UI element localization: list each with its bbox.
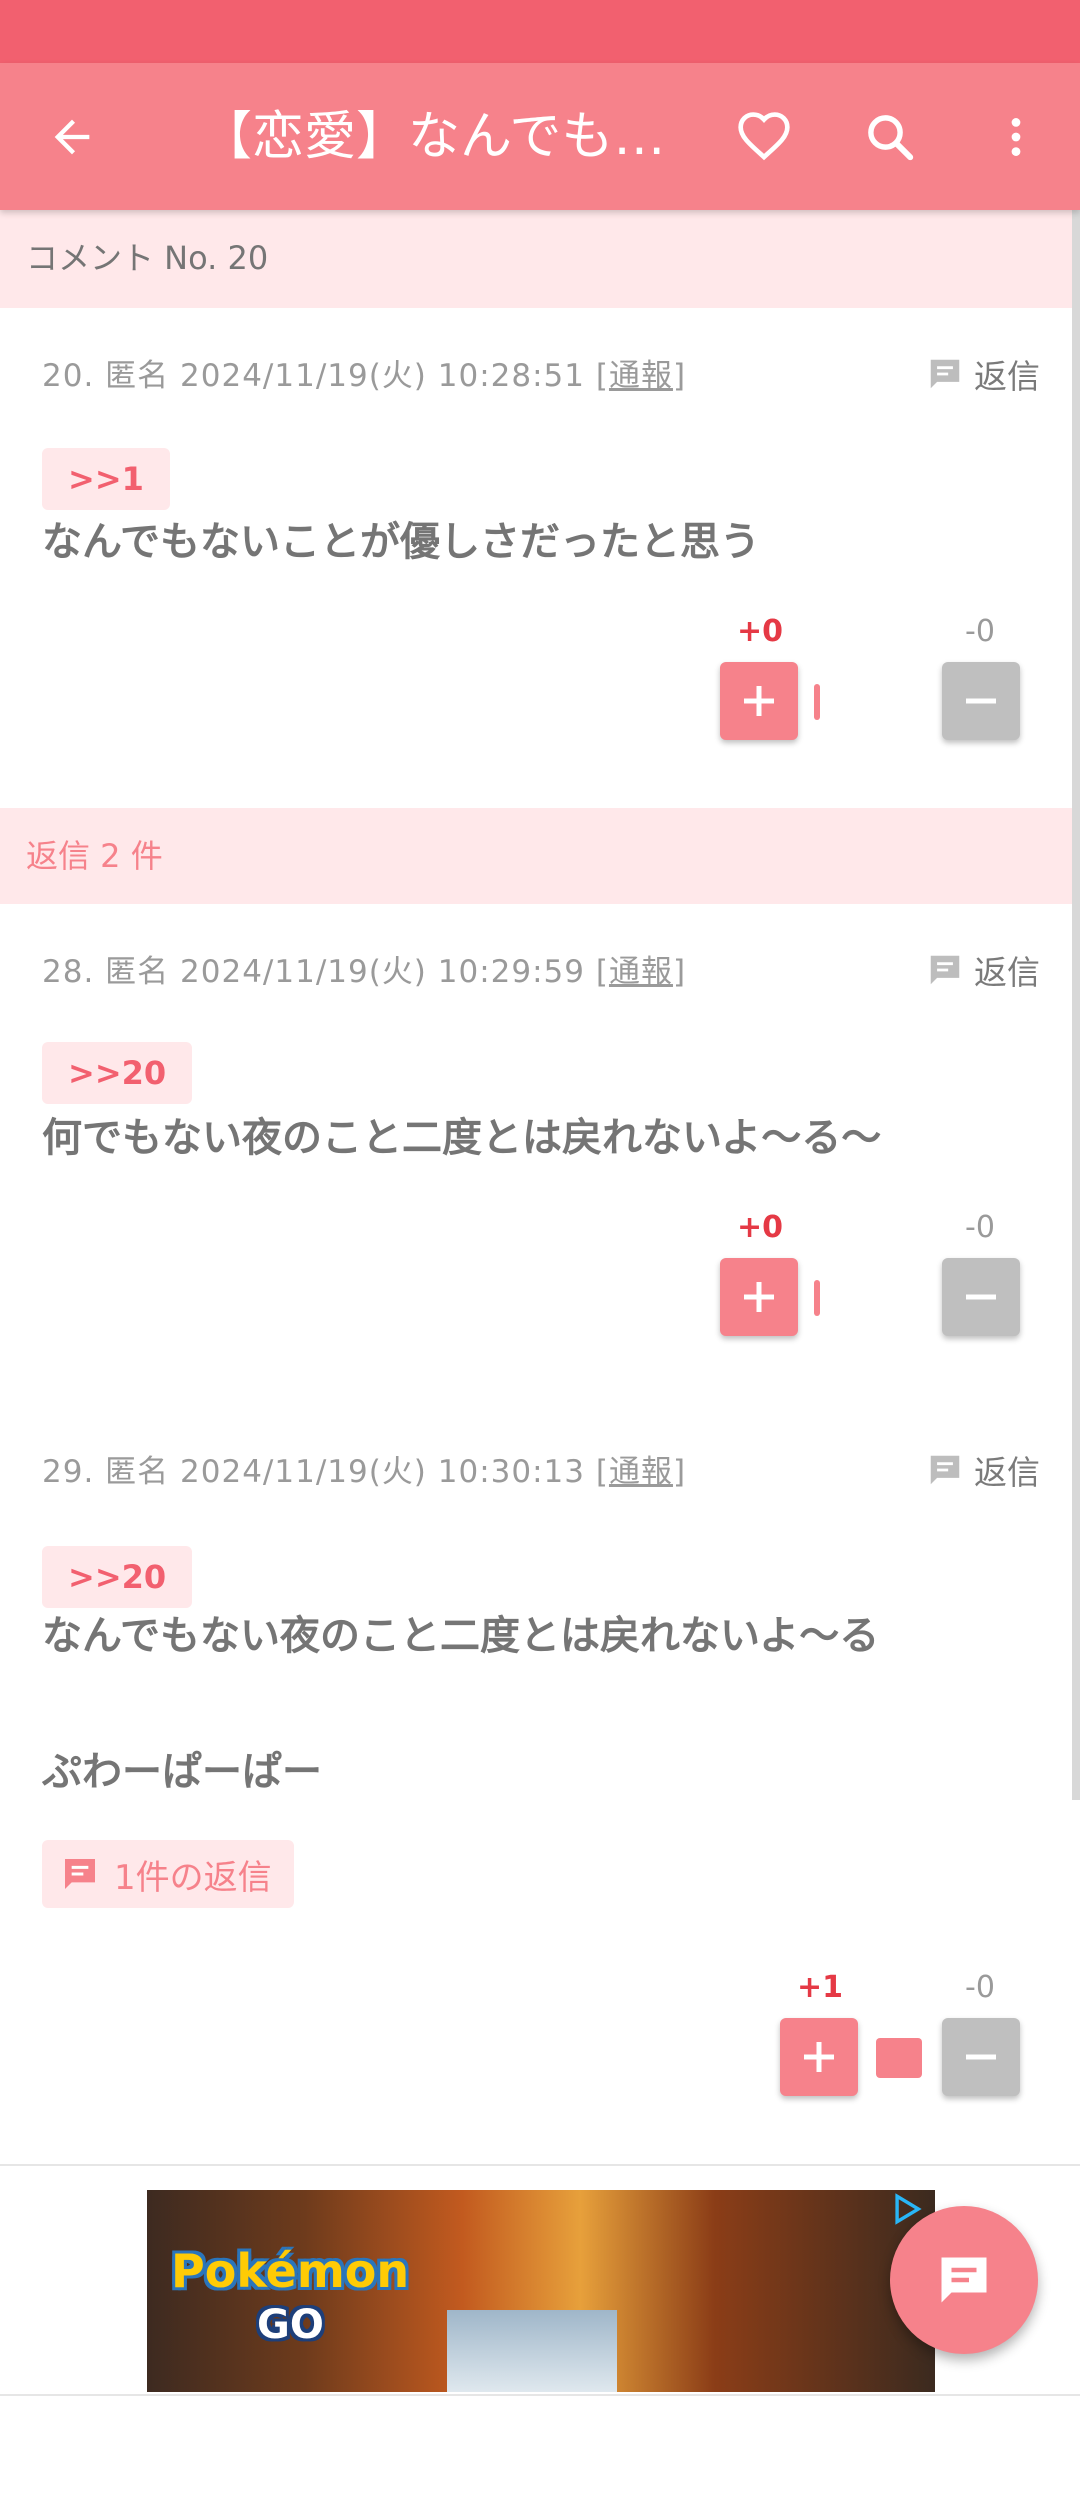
comment-fab[interactable] bbox=[890, 2206, 1038, 2354]
comment-author: 匿名 bbox=[105, 1454, 170, 1490]
minus-count: -0 bbox=[965, 1210, 995, 1245]
plus-count: +0 bbox=[736, 1210, 783, 1245]
comment-icon bbox=[941, 2257, 987, 2303]
replies-count-label: 返信 2 件 bbox=[26, 837, 163, 875]
favorite-heart-icon[interactable] bbox=[732, 105, 796, 169]
report-bracket-close: ] bbox=[672, 1454, 687, 1490]
reply-button[interactable]: 返信 bbox=[926, 350, 1040, 398]
reply-label: 返信 bbox=[974, 357, 1040, 396]
comment-number: 20. bbox=[42, 358, 95, 394]
minus-count: -0 bbox=[965, 1970, 995, 2005]
plus-count: +0 bbox=[736, 614, 783, 649]
bottom-divider bbox=[0, 2394, 1080, 2396]
comment-date: 2024/11/19(火) bbox=[180, 358, 427, 394]
reply-label: 返信 bbox=[974, 1453, 1040, 1492]
replies-header: 返信 2 件 bbox=[0, 808, 1080, 904]
report-link[interactable]: 通報 bbox=[609, 954, 673, 990]
comment-body: なんでもない夜のこと二度とは戻れないよ〜る ぷわーぱーぱー bbox=[42, 1613, 880, 1795]
reply-button[interactable]: 返信 bbox=[926, 1446, 1040, 1494]
minus-vote-button[interactable] bbox=[942, 662, 1020, 740]
ad-brand-logo-sub: GO bbox=[257, 2302, 324, 2348]
vote-ratio-bar bbox=[814, 684, 820, 720]
comment-item: 28. 匿名 2024/11/19(火) 10:29:59 [通報] 返信 >>… bbox=[0, 904, 1080, 1406]
vote-ratio-bar bbox=[876, 2038, 922, 2078]
advertisement-banner[interactable]: Pokémon GO bbox=[147, 2190, 935, 2392]
app-bar: 【恋愛】なんでも良いから自分の恋愛話をしよう bbox=[0, 63, 1080, 210]
anchor-link[interactable]: >>20 bbox=[42, 1042, 193, 1104]
vote-ratio-bar bbox=[814, 1280, 820, 1316]
plus-count: +1 bbox=[796, 1970, 843, 2005]
comment-meta: 20. 匿名 2024/11/19(火) 10:28:51 [通報] bbox=[42, 350, 686, 395]
plus-vote-button[interactable] bbox=[720, 1258, 798, 1336]
comment-author: 匿名 bbox=[105, 954, 170, 990]
comment-number: 28. bbox=[42, 954, 95, 990]
comment-time: 10:30:13 bbox=[437, 1454, 585, 1490]
comment-item: 20. 匿名 2024/11/19(火) 10:28:51 [通報] 返信 >>… bbox=[0, 308, 1080, 810]
waterfall-graphic bbox=[447, 2310, 617, 2392]
vote-controls: +0 -0 bbox=[720, 614, 1020, 754]
replies-chip-label: 1件の返信 bbox=[114, 1857, 272, 1898]
reply-label: 返信 bbox=[974, 953, 1040, 992]
report-bracket-close: ] bbox=[672, 358, 687, 394]
status-bar bbox=[0, 0, 1080, 63]
report-bracket-open: [ bbox=[595, 954, 609, 990]
page-title: 【恋愛】なんでも良いから自分の恋愛話をしよう bbox=[200, 107, 710, 167]
comment-icon bbox=[930, 1455, 960, 1485]
comment-number-header: コメント No. 20 bbox=[0, 210, 1080, 308]
plus-vote-button[interactable] bbox=[720, 662, 798, 740]
plus-vote-button[interactable] bbox=[780, 2018, 858, 2096]
comment-meta: 28. 匿名 2024/11/19(火) 10:29:59 [通報] bbox=[42, 946, 686, 991]
reply-button[interactable]: 返信 bbox=[926, 946, 1040, 994]
comment-icon bbox=[930, 955, 960, 985]
comment-author: 匿名 bbox=[105, 358, 170, 394]
comment-number-label: コメント No. 20 bbox=[26, 239, 269, 277]
comment-number: 29. bbox=[42, 1454, 95, 1490]
report-bracket-open: [ bbox=[595, 1454, 609, 1490]
report-bracket-open: [ bbox=[595, 358, 609, 394]
comment-body: 何でもない夜のこと二度とは戻れないよ〜る〜 bbox=[42, 1115, 882, 1161]
comment-meta: 29. 匿名 2024/11/19(火) 10:30:13 [通報] bbox=[42, 1446, 686, 1491]
comment-time: 10:29:59 bbox=[437, 954, 585, 990]
scrollbar-thumb[interactable] bbox=[1072, 210, 1080, 1800]
comment-date: 2024/11/19(火) bbox=[180, 1454, 427, 1490]
minus-count: -0 bbox=[965, 614, 995, 649]
anchor-link[interactable]: >>20 bbox=[42, 1546, 193, 1608]
comment-item: 29. 匿名 2024/11/19(火) 10:30:13 [通報] 返信 >>… bbox=[0, 1404, 1080, 2166]
search-icon[interactable] bbox=[858, 105, 922, 169]
vote-controls: +1 -0 bbox=[780, 1970, 1020, 2110]
comment-date: 2024/11/19(火) bbox=[180, 954, 427, 990]
report-link[interactable]: 通報 bbox=[609, 358, 673, 394]
comment-icon bbox=[930, 359, 960, 389]
comment-body: なんでもないことが優しさだったと思う bbox=[42, 519, 760, 565]
ad-brand-logo: Pokémon bbox=[171, 2244, 410, 2298]
anchor-link[interactable]: >>1 bbox=[42, 448, 170, 510]
replies-chip[interactable]: 1件の返信 bbox=[42, 1840, 294, 1908]
minus-vote-button[interactable] bbox=[942, 1258, 1020, 1336]
report-bracket-close: ] bbox=[672, 954, 687, 990]
more-vert-icon[interactable] bbox=[984, 105, 1048, 169]
report-link[interactable]: 通報 bbox=[609, 1454, 673, 1490]
back-arrow-icon[interactable] bbox=[40, 105, 104, 169]
comment-icon bbox=[65, 1859, 95, 1889]
vote-controls: +0 -0 bbox=[720, 1210, 1020, 1350]
minus-vote-button[interactable] bbox=[942, 2018, 1020, 2096]
comment-time: 10:28:51 bbox=[437, 358, 585, 394]
